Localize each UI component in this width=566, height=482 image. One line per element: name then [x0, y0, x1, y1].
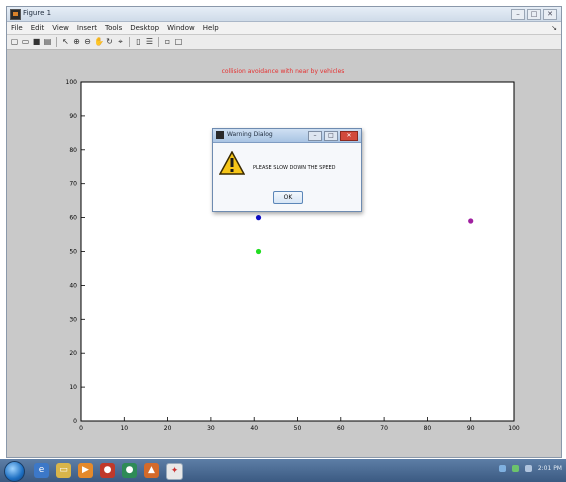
network-icon[interactable]: [498, 465, 506, 472]
x-tick-label: 10: [120, 425, 128, 432]
warning-icon: [219, 151, 245, 175]
y-tick-label: 40: [69, 282, 77, 289]
x-tick-label: 30: [207, 425, 215, 432]
start-button[interactable]: [4, 461, 25, 482]
x-tick-label: 90: [467, 425, 475, 432]
dialog-minimize-button[interactable]: –: [308, 131, 322, 141]
dialog-body: PLEASE SLOW DOWN THE SPEED OK: [213, 143, 361, 211]
vehicle-point: [468, 218, 474, 224]
file-explorer-icon[interactable]: ▭: [56, 463, 71, 478]
y-tick-label: 100: [66, 79, 78, 86]
matlab-icon: [216, 131, 224, 139]
x-tick-label: 20: [164, 425, 172, 432]
figure-taskbar-icon[interactable]: ✦: [166, 463, 183, 480]
y-tick-label: 20: [69, 350, 77, 357]
y-tick-label: 10: [69, 384, 77, 391]
clock: 2:01 PM: [537, 465, 562, 472]
dialog-title: Warning Dialog: [227, 131, 273, 138]
x-tick-label: 50: [294, 425, 302, 432]
y-tick-label: 50: [69, 249, 77, 256]
internet-explorer-icon[interactable]: e: [34, 463, 49, 478]
warning-dialog: Warning Dialog – □ ✕ PLEASE SLOW DOWN TH…: [212, 128, 362, 212]
ok-button[interactable]: OK: [273, 191, 303, 204]
y-tick-label: 90: [69, 113, 77, 120]
dialog-title-bar[interactable]: Warning Dialog – □ ✕: [213, 129, 361, 143]
y-tick-label: 0: [73, 418, 77, 425]
matlab-taskbar-icon[interactable]: ▲: [144, 463, 159, 478]
plot-axes: 0 10 20 30 40 50 60 70 80 90 100 0 10 20 30 40 50 60 70 80 9…: [66, 79, 520, 432]
vehicle-point: [255, 215, 262, 221]
system-tray: 2:01 PM: [498, 465, 562, 472]
y-tick-label: 70: [69, 181, 77, 188]
dialog-maximize-button[interactable]: □: [324, 131, 338, 141]
x-tick-label: 60: [337, 425, 345, 432]
x-tick-label: 100: [508, 425, 520, 432]
app-icon[interactable]: ●: [100, 463, 115, 478]
app-icon[interactable]: ●: [122, 463, 137, 478]
taskbar: e ▭ ▶ ● ● ▲ ✦ 2:01 PM: [0, 459, 566, 482]
y-tick-label: 60: [69, 215, 77, 222]
volume-icon[interactable]: [511, 465, 519, 472]
media-player-icon[interactable]: ▶: [78, 463, 93, 478]
y-tick-label: 80: [69, 147, 77, 154]
x-tick-label: 0: [79, 425, 83, 432]
y-tick-label: 30: [69, 316, 77, 323]
x-tick-label: 70: [380, 425, 388, 432]
dialog-close-button[interactable]: ✕: [340, 131, 358, 141]
vehicle-point: [255, 248, 262, 255]
x-tick-label: 40: [250, 425, 258, 432]
flag-icon[interactable]: [524, 465, 532, 472]
x-tick-label: 80: [424, 425, 432, 432]
dialog-message: PLEASE SLOW DOWN THE SPEED: [253, 165, 336, 171]
